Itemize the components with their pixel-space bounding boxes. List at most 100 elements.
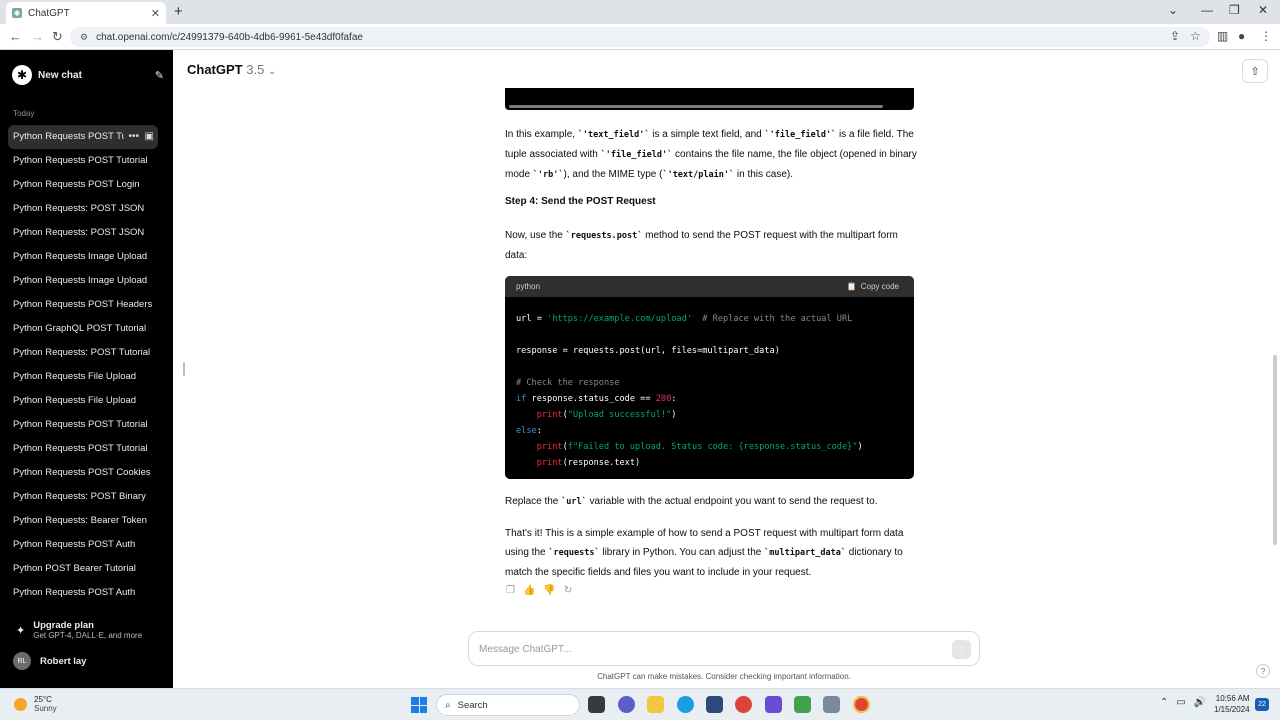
- browser-tab[interactable]: ✱ ChatGPT ✕: [6, 2, 166, 24]
- user-menu[interactable]: RL Robert lay: [13, 652, 86, 670]
- side-panel-icon[interactable]: ▥: [1217, 29, 1228, 43]
- url-field[interactable]: ⚙ chat.openai.com/c/24991379-640b-4db6-9…: [70, 27, 1210, 47]
- sidebar-item[interactable]: Python Requests POST Login: [8, 173, 158, 197]
- regenerate-icon[interactable]: ↻: [564, 585, 572, 596]
- app-icon[interactable]: [823, 696, 840, 713]
- copy-code-button[interactable]: 📋 Copy code: [847, 282, 903, 291]
- close-tab-icon[interactable]: ✕: [151, 7, 160, 20]
- chat-history-list: Python Requests POST Tutorial ••• ▣ Pyth…: [8, 125, 158, 605]
- code-language: python: [516, 282, 541, 291]
- share-page-icon[interactable]: ⇪: [1170, 29, 1180, 43]
- chrome-icon[interactable]: [735, 696, 752, 713]
- weather-widget[interactable]: 25°C Sunny: [14, 695, 57, 713]
- bookmark-star-icon[interactable]: ☆: [1190, 29, 1201, 43]
- chat-app-icon[interactable]: [618, 696, 635, 713]
- sidebar-item[interactable]: Python Requests POST Tutorial: [8, 413, 158, 437]
- start-button[interactable]: [411, 697, 427, 713]
- arrow-up-icon: ↑: [959, 644, 964, 655]
- sidebar-item[interactable]: Python Requests Image Upload: [8, 269, 158, 293]
- copy-icon[interactable]: ❐: [506, 585, 515, 596]
- main-scrollbar[interactable]: [1273, 355, 1277, 545]
- app-icon[interactable]: [794, 696, 811, 713]
- code-comment: # Check the response: [516, 378, 620, 388]
- site-info-icon[interactable]: ⚙: [80, 32, 88, 43]
- upgrade-plan-button[interactable]: ✦ Upgrade plan Get GPT-4, DALL·E, and mo…: [16, 620, 142, 640]
- network-icon[interactable]: ▭: [1176, 697, 1185, 708]
- text: Now, use the: [505, 230, 566, 241]
- answer-paragraph: In this example, `'text_field'` is a sim…: [505, 125, 920, 185]
- sidebar-item[interactable]: Python Requests POST Cookies: [8, 461, 158, 485]
- new-tab-icon[interactable]: +: [174, 3, 183, 20]
- new-chat-button[interactable]: ✱ New chat ✎: [12, 64, 164, 86]
- forward-icon[interactable]: →: [31, 29, 44, 44]
- code-keyword: if: [516, 394, 527, 404]
- clock[interactable]: 10:56 AM 1/15/2024: [1214, 693, 1250, 715]
- edge-browser-icon[interactable]: [677, 696, 694, 713]
- volume-icon[interactable]: 🔊: [1194, 697, 1206, 708]
- disclaimer: ChatGPT can make mistakes. Consider chec…: [597, 672, 851, 681]
- sidebar-item[interactable]: Python Requests POST Tutorial: [8, 149, 158, 173]
- sun-icon: [14, 697, 27, 711]
- browser-tab-title: ChatGPT: [28, 7, 70, 19]
- history-section-today: Today: [13, 109, 35, 118]
- inline-code: `'rb'`: [532, 170, 564, 180]
- share-chat-button[interactable]: ⇧: [1242, 59, 1268, 83]
- model-selector[interactable]: ChatGPT 3.5 ⌄: [187, 62, 276, 77]
- sidebar-item[interactable]: Python Requests: POST Binary: [8, 485, 158, 509]
- sidebar-item[interactable]: Python Requests POST Tutorial: [8, 437, 158, 461]
- sidebar-item[interactable]: Python POST Bearer Tutorial: [8, 557, 158, 581]
- sidebar-item[interactable]: Python Requests: POST Tutorial: [8, 341, 158, 365]
- thumbs-down-icon[interactable]: 👎: [543, 585, 555, 596]
- code-builtin: print: [536, 410, 563, 420]
- sidebar-item-label: Python GraphQL POST Tutorial: [13, 323, 147, 334]
- sidebar-item-label: Python Requests: POST JSON: [13, 227, 145, 238]
- back-icon[interactable]: ←: [9, 29, 22, 44]
- sidebar-item[interactable]: Python Requests: POST JSON: [8, 221, 158, 245]
- model-version: 3.5: [246, 62, 265, 77]
- help-button[interactable]: ?: [1256, 664, 1270, 678]
- inline-code: `'file_field'`: [600, 150, 673, 160]
- message-input[interactable]: [479, 640, 929, 658]
- browser-menu-icon[interactable]: ⋮: [1260, 29, 1272, 43]
- message-actions: ❐ 👍 👎 ↻: [506, 585, 572, 596]
- file-explorer-icon[interactable]: [647, 696, 664, 713]
- chrome-active-icon[interactable]: [853, 696, 870, 713]
- close-window-icon[interactable]: ✕: [1258, 3, 1268, 17]
- minimize-icon[interactable]: —: [1201, 3, 1213, 17]
- sidebar-item-active[interactable]: Python Requests POST Tutorial ••• ▣: [8, 125, 158, 149]
- sidebar-collapse-handle[interactable]: [183, 362, 185, 376]
- sidebar-item[interactable]: Python Requests File Upload: [8, 365, 158, 389]
- notification-badge[interactable]: 22: [1255, 698, 1269, 711]
- sidebar-item[interactable]: Python GraphQL POST Tutorial: [8, 317, 158, 341]
- sidebar-item[interactable]: Python Requests Image Upload: [8, 245, 158, 269]
- clock-date: 1/15/2024: [1214, 705, 1250, 714]
- chevron-up-icon[interactable]: ⌃: [1160, 697, 1168, 708]
- new-chat-label: New chat: [38, 69, 82, 81]
- code-horizontal-scrollbar[interactable]: [509, 105, 883, 108]
- send-button[interactable]: ↑: [952, 640, 971, 659]
- edit-icon[interactable]: ✎: [155, 69, 164, 82]
- sidebar-item[interactable]: Python Requests File Upload: [8, 389, 158, 413]
- thumbs-up-icon[interactable]: 👍: [523, 585, 535, 596]
- restore-icon[interactable]: ❐: [1229, 3, 1240, 17]
- sidebar-item-label: Python Requests File Upload: [13, 371, 137, 382]
- sidebar-item[interactable]: Python Requests POST Auth: [8, 581, 158, 605]
- code-builtin: print: [536, 458, 563, 468]
- profile-icon[interactable]: ●: [1238, 29, 1245, 43]
- taskbar-search[interactable]: ⌕ Search: [436, 694, 580, 716]
- tab-search-chevron-icon[interactable]: ⌄: [1168, 3, 1178, 17]
- task-view-icon[interactable]: [588, 696, 605, 713]
- sidebar-item[interactable]: Python Requests: Bearer Token: [8, 509, 158, 533]
- sidebar-item[interactable]: Python Requests: POST JSON: [8, 197, 158, 221]
- reload-icon[interactable]: ↻: [52, 29, 63, 45]
- sidebar-item[interactable]: Python Requests POST Headers: [8, 293, 158, 317]
- store-icon[interactable]: [706, 696, 723, 713]
- sidebar-item-label: Python Requests POST Auth: [13, 539, 136, 550]
- code-token: (response.text): [562, 458, 641, 468]
- more-options-icon[interactable]: •••: [128, 131, 139, 142]
- previous-code-block: [505, 88, 914, 110]
- archive-icon[interactable]: ▣: [145, 131, 154, 142]
- weather-condition: Sunny: [34, 704, 57, 713]
- sidebar-item[interactable]: Python Requests POST Auth: [8, 533, 158, 557]
- app-icon[interactable]: [765, 696, 782, 713]
